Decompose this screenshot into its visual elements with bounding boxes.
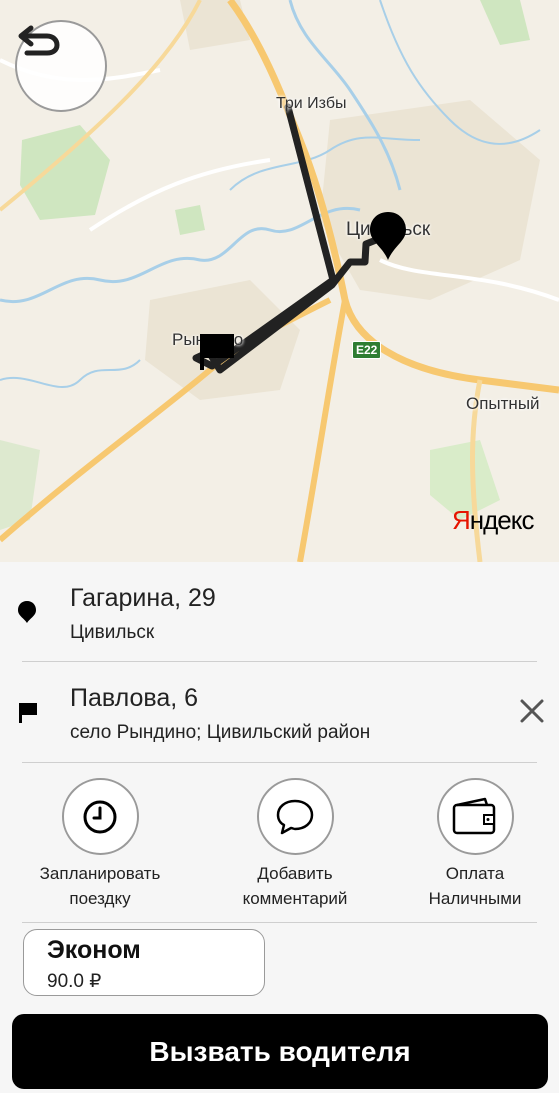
divider xyxy=(22,762,537,763)
destination-street: Павлова, 6 xyxy=(70,684,199,712)
pickup-street: Гагарина, 29 xyxy=(70,584,216,612)
add-comment-label: Добавить комментарий xyxy=(242,864,348,908)
tariff-card-economy[interactable]: Эконом 90.0 ₽ xyxy=(23,929,265,996)
add-comment-option[interactable]: Добавить комментарий xyxy=(205,778,385,911)
clear-destination-icon[interactable] xyxy=(517,696,547,726)
back-button[interactable] xyxy=(15,20,107,112)
payment-method-option[interactable]: Оплата Наличными xyxy=(385,778,559,911)
road-shield: E22 xyxy=(352,341,382,359)
order-options: Запланировать поездку Добавить комментарий xyxy=(0,778,559,918)
chat-bubble-icon xyxy=(276,799,314,834)
divider xyxy=(22,922,537,923)
tariff-price: 90.0 ₽ xyxy=(47,971,102,992)
destination-address-row[interactable]: Павлова, 6 село Рындино; Цивильский райо… xyxy=(0,662,559,762)
schedule-ride-button[interactable] xyxy=(61,778,139,855)
pickup-address-row[interactable]: Гагарина, 29 Цивильск xyxy=(0,562,559,662)
payment-method-label: Оплата Наличными xyxy=(428,864,522,908)
town-label-tri-izby: Три Избы xyxy=(276,95,347,112)
map-view[interactable]: Три Избы Цивильск Рындино Опытный E22 Ян… xyxy=(0,0,559,562)
order-panel: Гагарина, 29 Цивильск Павлова, 6 село Ры… xyxy=(0,562,559,1093)
add-comment-button[interactable] xyxy=(256,778,334,855)
finish-marker-icon xyxy=(200,334,234,370)
destination-locality: село Рындино; Цивильский район xyxy=(70,722,371,743)
flag-icon xyxy=(19,703,37,723)
payment-method-button[interactable] xyxy=(436,778,514,855)
map-pin-icon xyxy=(18,601,36,623)
undo-arrow-icon xyxy=(18,25,60,56)
yandex-logo: Яндекс xyxy=(452,505,534,535)
schedule-ride-option[interactable]: Запланировать поездку xyxy=(10,778,190,911)
pickup-locality: Цивильск xyxy=(70,622,155,643)
call-driver-button[interactable]: Вызвать водителя xyxy=(12,1014,548,1089)
schedule-ride-label: Запланировать поездку xyxy=(39,864,161,908)
clock-icon xyxy=(83,800,117,833)
start-marker-icon xyxy=(370,212,406,260)
wallet-icon xyxy=(452,797,496,834)
town-label-opytny: Опытный xyxy=(466,394,540,413)
tariff-name: Эконом xyxy=(47,936,141,964)
taxi-app: Три Избы Цивильск Рындино Опытный E22 Ян… xyxy=(0,0,559,1093)
